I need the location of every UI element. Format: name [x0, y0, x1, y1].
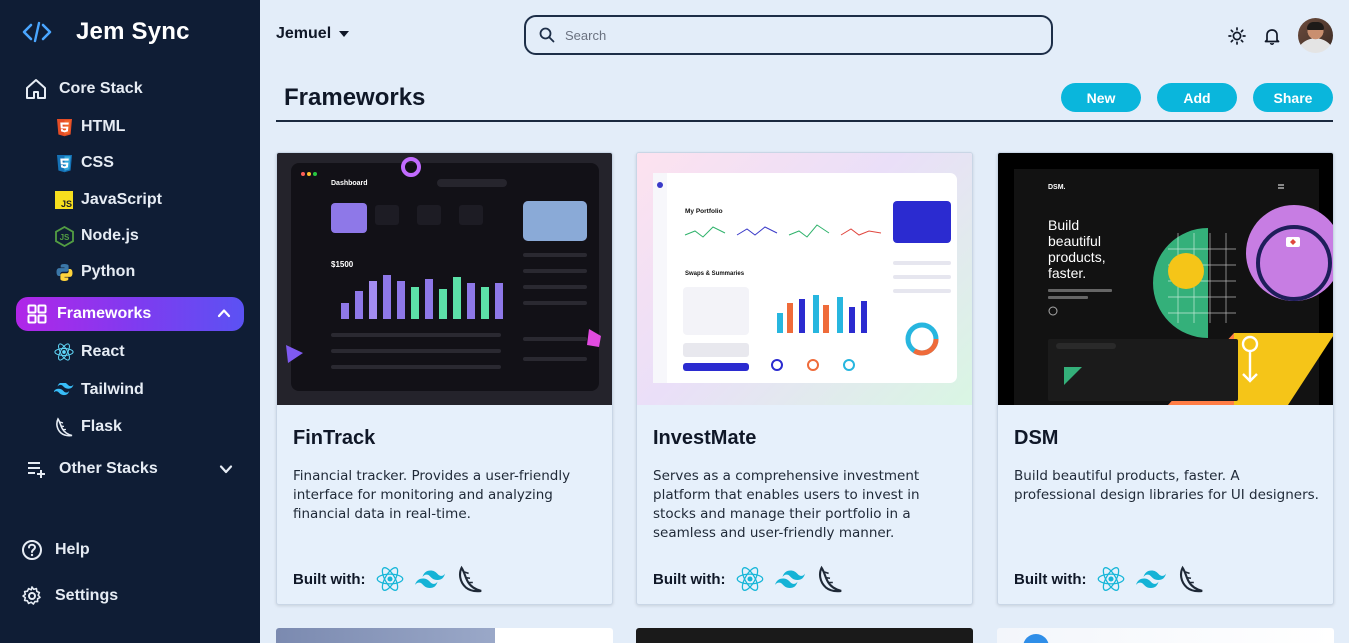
card-title: InvestMate	[653, 427, 757, 449]
search-input[interactable]	[565, 27, 1005, 43]
caret-down-icon	[339, 31, 350, 37]
code-icon	[22, 18, 54, 46]
search-bar[interactable]	[524, 15, 1053, 55]
chevron-up-icon[interactable]	[216, 305, 232, 326]
sidebar-item-javascript[interactable]: JS JavaScript	[54, 190, 162, 210]
app-name: Jem Sync	[76, 18, 190, 45]
python-icon	[54, 262, 74, 282]
brand[interactable]: Jem Sync	[22, 18, 190, 46]
nav-settings-label: Settings	[55, 587, 119, 604]
project-card-fintrack[interactable]: Dashboard $1500 FinTrack Financial track…	[276, 152, 613, 605]
tailwind-icon	[1136, 564, 1167, 594]
card-description: Serves as a comprehensive investment pla…	[653, 468, 920, 541]
project-card-peek[interactable]	[276, 628, 613, 643]
built-with-label: Built with:	[653, 570, 726, 588]
react-icon	[1096, 564, 1126, 594]
thumb-subheading: Swaps & Summaries	[685, 271, 745, 277]
share-button[interactable]: Share	[1253, 83, 1333, 112]
built-with: Built with:	[653, 564, 855, 594]
nav-frameworks-label: Frameworks	[57, 305, 152, 322]
flask-icon	[815, 564, 845, 594]
help-icon	[20, 538, 44, 562]
svg-text:JS: JS	[61, 199, 72, 209]
chevron-down-icon[interactable]	[218, 461, 234, 482]
project-thumbnail: Dashboard $1500	[277, 153, 612, 405]
project-card-peek[interactable]	[636, 628, 973, 643]
project-thumbnail: DSM. Build beautiful products, faster.	[998, 153, 1333, 405]
avatar[interactable]	[1298, 18, 1333, 53]
tailwind-icon	[54, 380, 74, 400]
flask-icon	[1176, 564, 1206, 594]
sidebar-item-label: Tailwind	[81, 381, 144, 398]
react-icon	[54, 342, 74, 362]
built-with-label: Built with:	[293, 570, 366, 588]
nav-settings[interactable]: Settings	[20, 584, 118, 608]
built-with: Built with:	[293, 564, 495, 594]
tailwind-icon	[415, 564, 446, 594]
built-with-label: Built with:	[1014, 570, 1087, 588]
flask-icon	[455, 564, 485, 594]
nav-help[interactable]: Help	[20, 538, 90, 562]
sidebar-item-label: Node.js	[81, 227, 139, 244]
project-card-dsm[interactable]: DSM. Build beautiful products, faster. D…	[997, 152, 1334, 605]
playlist-add-icon	[24, 457, 48, 481]
nav-frameworks[interactable]: Frameworks	[16, 297, 244, 331]
flask-icon	[54, 417, 74, 437]
sidebar-item-html[interactable]: HTML	[54, 117, 125, 137]
nodejs-icon: JS	[54, 225, 74, 247]
sidebar-item-label: JavaScript	[81, 191, 162, 208]
sidebar-item-flask[interactable]: Flask	[54, 417, 122, 437]
thumb-brand: DSM.	[1048, 184, 1066, 191]
sidebar-item-tailwind[interactable]: Tailwind	[54, 380, 144, 400]
html5-icon	[54, 117, 74, 137]
user-name: Jemuel	[276, 25, 332, 42]
css3-icon	[54, 153, 74, 173]
home-icon	[24, 77, 48, 101]
react-icon	[375, 564, 405, 594]
built-with: Built with:	[1014, 564, 1216, 594]
user-switcher[interactable]: Jemuel	[276, 25, 350, 43]
svg-text:JS: JS	[59, 233, 69, 242]
new-button[interactable]: New	[1061, 83, 1141, 112]
project-thumbnail: My Portfolio Swaps & Summaries	[637, 153, 972, 405]
thumb-heading: My Portfolio	[685, 208, 723, 215]
page-title: Frameworks	[284, 84, 426, 111]
card-title: DSM	[1014, 427, 1059, 449]
tailwind-icon	[775, 564, 806, 594]
sidebar-item-label: Flask	[81, 418, 122, 435]
search-icon	[539, 27, 555, 43]
grid-icon	[26, 303, 48, 325]
nav-help-label: Help	[55, 541, 90, 558]
sidebar-item-nodejs[interactable]: JS Node.js	[54, 225, 139, 247]
sidebar: Jem Sync Core Stack HTML CSS JS JavaScri…	[0, 0, 260, 643]
gear-icon	[20, 584, 44, 608]
thumb-balance: $1500	[331, 260, 354, 269]
thumb-heading: Dashboard	[331, 180, 368, 187]
sidebar-item-label: HTML	[81, 118, 126, 135]
card-description: Build beautiful products, faster. A prof…	[1014, 468, 1319, 503]
sidebar-item-python[interactable]: Python	[54, 262, 135, 282]
card-title: FinTrack	[293, 427, 376, 449]
sidebar-item-label: Python	[81, 263, 136, 280]
card-description: Financial tracker. Provides a user-frien…	[293, 468, 571, 522]
section-divider	[276, 120, 1333, 122]
nav-core-stack[interactable]: Core Stack	[24, 77, 143, 101]
sidebar-item-label: CSS	[81, 154, 114, 171]
sidebar-item-css[interactable]: CSS	[54, 153, 114, 173]
nav-other-stacks[interactable]: Other Stacks	[24, 457, 238, 481]
sidebar-item-label: React	[81, 343, 125, 360]
peek-thumbnail-shape	[1023, 634, 1049, 643]
react-icon	[735, 564, 765, 594]
nav-other-stacks-label: Other Stacks	[59, 460, 158, 477]
project-card-peek[interactable]	[997, 628, 1334, 643]
sidebar-item-react[interactable]: React	[54, 342, 125, 362]
project-card-investmate[interactable]: My Portfolio Swaps & Summaries InvestMat…	[636, 152, 973, 605]
javascript-icon: JS	[54, 190, 74, 210]
sun-icon[interactable]	[1227, 26, 1247, 46]
bell-icon[interactable]	[1262, 26, 1282, 46]
nav-core-stack-label: Core Stack	[59, 80, 143, 97]
add-button[interactable]: Add	[1157, 83, 1237, 112]
